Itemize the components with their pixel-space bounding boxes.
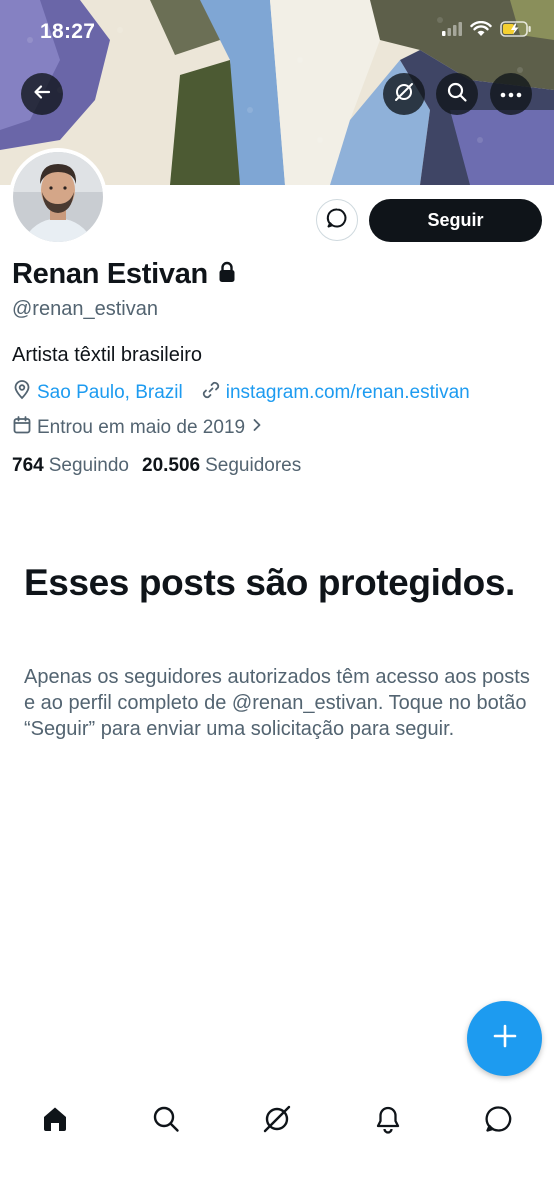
followers-stat[interactable]: 20.506 Seguidores (142, 455, 301, 477)
location-pin-icon (12, 380, 32, 406)
profile-handle: @renan_estivan (12, 298, 158, 320)
wifi-icon (470, 20, 492, 42)
nav-grok[interactable] (222, 1088, 333, 1154)
link-icon (201, 380, 221, 406)
status-time: 18:27 (40, 20, 96, 43)
search-icon (446, 81, 468, 108)
grok-button[interactable] (383, 73, 425, 115)
search-icon (151, 1104, 181, 1139)
joined-text: Entrou em maio de 2019 (37, 417, 246, 438)
location: Sao Paulo, Brazil (12, 380, 183, 406)
nav-messages[interactable] (443, 1088, 554, 1154)
chevron-right-icon (250, 417, 264, 439)
arrow-left-icon (32, 82, 52, 107)
status-icons (442, 20, 532, 42)
battery-icon (500, 21, 532, 42)
home-icon (40, 1104, 70, 1139)
protected-body: Apenas os seguidores autorizados têm ace… (24, 666, 530, 740)
profile-bio: Artista têxtil brasileiro (12, 344, 203, 366)
more-horizontal-icon (500, 85, 522, 103)
followers-label: Seguidores (205, 455, 302, 476)
grok-icon (261, 1103, 293, 1140)
name-row: Renan Estivan (12, 258, 236, 291)
notifications-icon (373, 1104, 403, 1139)
avatar-image (13, 152, 103, 242)
search-button[interactable] (436, 73, 478, 115)
signal-icon (442, 22, 462, 41)
nav-notifications[interactable] (332, 1088, 443, 1154)
following-label: Seguindo (48, 455, 129, 476)
followers-count: 20.506 (142, 455, 201, 476)
protected-title: Esses posts são protegidos. (24, 562, 515, 603)
nav-home[interactable] (0, 1088, 111, 1154)
message-button[interactable] (316, 199, 358, 241)
back-button[interactable] (21, 73, 63, 115)
plus-icon (492, 1023, 518, 1054)
compose-button[interactable] (467, 1001, 542, 1076)
more-button[interactable] (490, 73, 532, 115)
display-name: Renan Estivan (12, 258, 208, 290)
message-icon (326, 207, 348, 234)
following-count: 764 (12, 455, 44, 476)
follow-stats: 764 Seguindo 20.506 Seguidores (12, 455, 314, 477)
website[interactable]: instagram.com/renan.estivan (201, 380, 470, 406)
following-stat[interactable]: 764 Seguindo (12, 455, 129, 477)
messages-icon (484, 1104, 514, 1139)
location-text: Sao Paulo, Brazil (37, 382, 183, 403)
profile-meta: Sao Paulo, Brazil instagram.com/renan.es… (12, 380, 470, 406)
avatar[interactable] (9, 148, 107, 246)
calendar-icon (12, 415, 32, 441)
lock-icon (218, 261, 236, 288)
joined-date[interactable]: Entrou em maio de 2019 (12, 415, 264, 441)
bottom-nav (0, 1088, 554, 1154)
status-bar: 18:27 (0, 0, 554, 64)
grok-icon (393, 81, 415, 108)
follow-button[interactable]: Seguir (369, 199, 542, 242)
nav-search[interactable] (111, 1088, 222, 1154)
website-link[interactable]: instagram.com/renan.estivan (226, 382, 470, 404)
